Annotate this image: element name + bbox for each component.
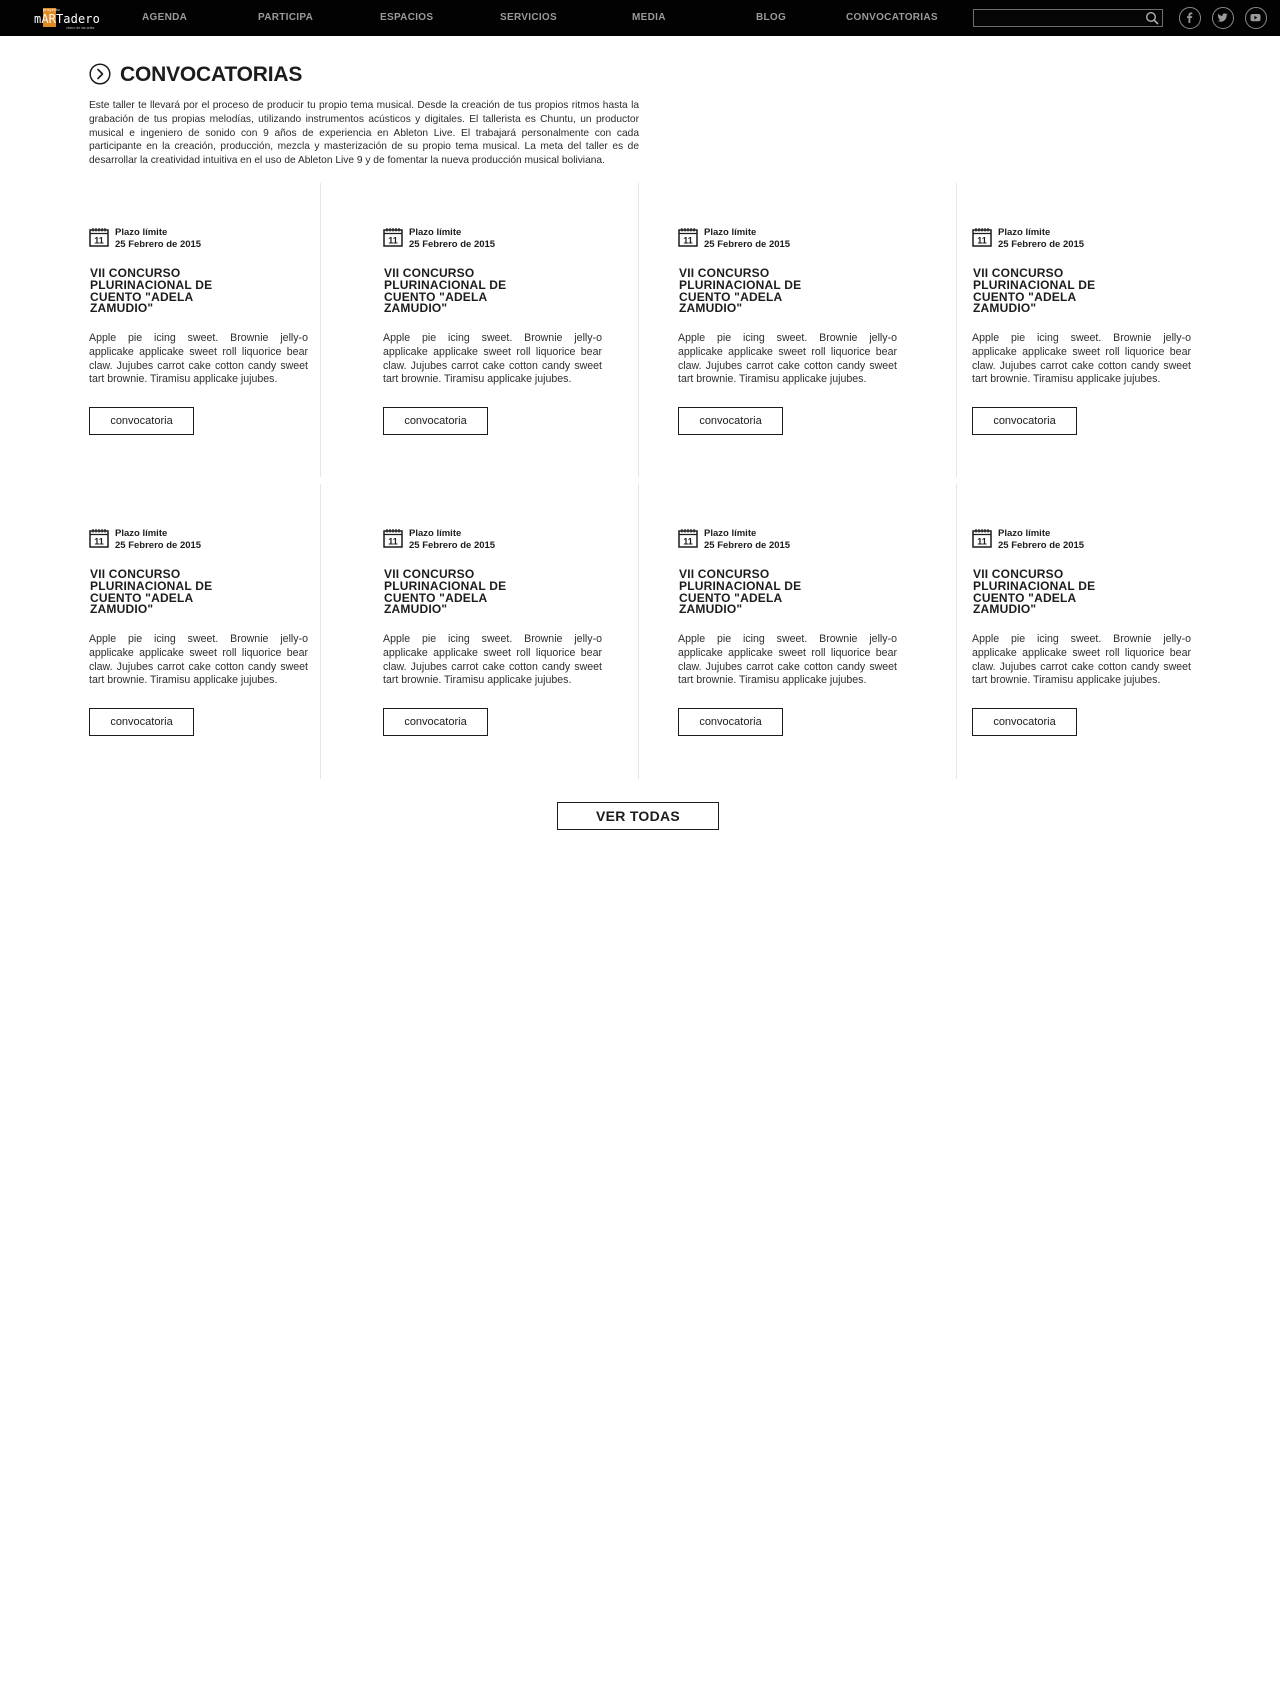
convocatoria-button[interactable]: convocatoria	[89, 407, 194, 435]
deadline-date: 25 Febrero de 2015	[998, 540, 1085, 551]
nav-item-agenda[interactable]: AGENDA	[142, 12, 187, 23]
convocatoria-button[interactable]: convocatoria	[972, 708, 1077, 736]
card-description: Apple pie icing sweet. Brownie jelly-o a…	[972, 332, 1191, 386]
card-title: VII CONCURSO PLURINACIONAL DE CUENTO "AD…	[679, 567, 802, 617]
grid-divider	[320, 183, 321, 477]
chevron-right-circle-icon	[89, 63, 111, 85]
convocatoria-button[interactable]: convocatoria	[678, 407, 783, 435]
card-description: Apple pie icing sweet. Brownie jelly-o a…	[383, 633, 602, 687]
calendar-icon: 11	[89, 228, 109, 247]
deadline-label: Plazo límite	[998, 227, 1051, 238]
calendar-icon: 11	[383, 228, 403, 247]
calendar-icon: 11	[383, 529, 403, 548]
deadline-label: Plazo límite	[409, 528, 462, 539]
martadero-logo[interactable]: proyecto mARTadero vivero de las artes	[34, 6, 106, 30]
calendar-day-number: 11	[977, 236, 987, 246]
card-title: VII CONCURSO PLURINACIONAL DE CUENTO "AD…	[973, 266, 1096, 316]
facebook-icon[interactable]	[1179, 7, 1201, 29]
card-title: VII CONCURSO PLURINACIONAL DE CUENTO "AD…	[973, 567, 1096, 617]
deadline-label: Plazo límite	[998, 528, 1051, 539]
twitter-icon[interactable]	[1212, 7, 1234, 29]
card-title: VII CONCURSO PLURINACIONAL DE CUENTO "AD…	[90, 266, 213, 316]
calendar-day-number: 11	[683, 236, 693, 246]
deadline-label: Plazo límite	[704, 528, 757, 539]
calendar-day-number: 11	[683, 537, 693, 547]
grid-divider	[638, 484, 639, 779]
convocatoria-button[interactable]: convocatoria	[383, 708, 488, 736]
search-icon[interactable]	[1145, 11, 1159, 25]
calendar-icon: 11	[972, 529, 992, 548]
grid-divider	[956, 183, 957, 477]
calendar-day-number: 11	[977, 537, 987, 547]
nav-item-servicios[interactable]: SERVICIOS	[500, 12, 557, 23]
card-title: VII CONCURSO PLURINACIONAL DE CUENTO "AD…	[384, 567, 507, 617]
deadline-date: 25 Febrero de 2015	[409, 239, 496, 250]
calendar-day-number: 11	[388, 537, 398, 547]
calendar-day-number: 11	[94, 236, 104, 246]
deadline-date: 25 Febrero de 2015	[998, 239, 1085, 250]
nav-item-participa[interactable]: PARTICIPA	[258, 12, 313, 23]
card-description: Apple pie icing sweet. Brownie jelly-o a…	[89, 633, 308, 687]
deadline-date: 25 Febrero de 2015	[115, 540, 202, 551]
page-title: CONVOCATORIAS	[120, 63, 303, 86]
search-input[interactable]	[978, 11, 1138, 25]
top-navigation-bar: proyecto mARTadero vivero de las artes A…	[0, 0, 1280, 36]
calendar-day-number: 11	[388, 236, 398, 246]
grid-divider	[956, 484, 957, 779]
calendar-day-number: 11	[94, 537, 104, 547]
card-description: Apple pie icing sweet. Brownie jelly-o a…	[678, 332, 897, 386]
deadline-date: 25 Febrero de 2015	[704, 239, 791, 250]
logo-wordmark: mARTadero	[34, 12, 100, 26]
convocatoria-button[interactable]: convocatoria	[383, 407, 488, 435]
deadline-date: 25 Febrero de 2015	[409, 540, 496, 551]
deadline-date: 25 Febrero de 2015	[704, 540, 791, 551]
youtube-icon[interactable]	[1245, 7, 1267, 29]
card-description: Apple pie icing sweet. Brownie jelly-o a…	[972, 633, 1191, 687]
calendar-icon: 11	[678, 529, 698, 548]
nav-item-blog[interactable]: BLOG	[756, 12, 786, 23]
search-box	[973, 9, 1163, 27]
nav-item-convocatorias[interactable]: CONVOCATORIAS	[846, 12, 938, 23]
calendar-icon: 11	[972, 228, 992, 247]
card-description: Apple pie icing sweet. Brownie jelly-o a…	[89, 332, 308, 386]
nav-item-media[interactable]: MEDIA	[632, 12, 666, 23]
grid-divider	[320, 484, 321, 779]
deadline-label: Plazo límite	[115, 528, 168, 539]
card-title: VII CONCURSO PLURINACIONAL DE CUENTO "AD…	[679, 266, 802, 316]
grid-divider	[638, 183, 639, 477]
calendar-icon: 11	[678, 228, 698, 247]
convocatoria-button[interactable]: convocatoria	[972, 407, 1077, 435]
deadline-date: 25 Febrero de 2015	[115, 239, 202, 250]
see-all-button[interactable]: VER TODAS	[557, 802, 719, 830]
convocatoria-button[interactable]: convocatoria	[89, 708, 194, 736]
card-description: Apple pie icing sweet. Brownie jelly-o a…	[678, 633, 897, 687]
convocatoria-button[interactable]: convocatoria	[678, 708, 783, 736]
section-intro-text: Este taller te llevará por el proceso de…	[89, 100, 639, 167]
logo-tagline: vivero de las artes	[66, 26, 95, 30]
card-title: VII CONCURSO PLURINACIONAL DE CUENTO "AD…	[90, 567, 213, 617]
nav-item-espacios[interactable]: ESPACIOS	[380, 12, 433, 23]
deadline-label: Plazo límite	[409, 227, 462, 238]
card-title: VII CONCURSO PLURINACIONAL DE CUENTO "AD…	[384, 266, 507, 316]
card-description: Apple pie icing sweet. Brownie jelly-o a…	[383, 332, 602, 386]
calendar-icon: 11	[89, 529, 109, 548]
deadline-label: Plazo límite	[704, 227, 757, 238]
deadline-label: Plazo límite	[115, 227, 168, 238]
